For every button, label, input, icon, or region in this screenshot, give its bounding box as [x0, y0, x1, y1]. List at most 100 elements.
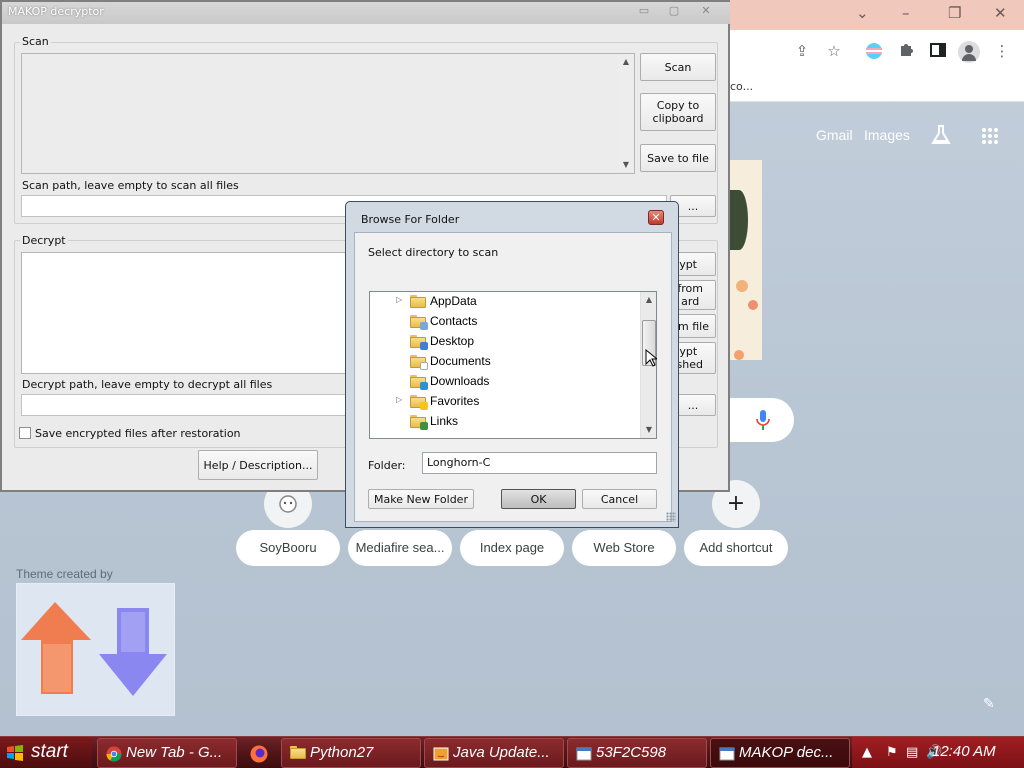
images-link[interactable]: Images	[864, 127, 910, 143]
makop-maximize-icon[interactable]: ▢	[664, 3, 684, 19]
links-folder-icon	[410, 415, 428, 430]
folder-icon	[290, 746, 306, 762]
scan-button[interactable]: Scan	[640, 53, 716, 81]
firefox-icon[interactable]	[250, 745, 268, 763]
scan-path-label: Scan path, leave empty to scan all files	[22, 179, 239, 192]
tree-item-label: Documents	[430, 354, 491, 368]
google-apps-icon[interactable]	[981, 127, 999, 145]
minimize-icon[interactable]: –	[902, 4, 910, 22]
network-icon[interactable]: ▤	[906, 745, 918, 760]
save-to-file-button[interactable]: Save to file	[640, 144, 716, 172]
theme-thumbnail[interactable]	[16, 583, 175, 716]
scan-group-label: Scan	[20, 35, 51, 48]
documents-folder-icon	[410, 355, 428, 370]
makop-close-icon[interactable]: ✕	[696, 3, 716, 19]
expand-arrow-icon[interactable]: ▷	[396, 395, 402, 404]
restore-icon[interactable]: ❐	[948, 4, 961, 22]
profile-avatar[interactable]	[958, 41, 980, 63]
gmail-link[interactable]: Gmail	[816, 127, 853, 143]
extension-flag-icon[interactable]	[865, 42, 883, 60]
taskbar-item-53f2c598[interactable]: 53F2C598	[567, 738, 707, 768]
taskbar-item-label: Java Update...	[453, 744, 550, 761]
taskbar-item-makop[interactable]: MAKOP dec...	[710, 738, 850, 768]
start-button[interactable]: start	[0, 737, 92, 768]
customize-pencil-icon[interactable]: ✎	[983, 696, 999, 712]
taskbar-item-java-update[interactable]: Java Update...	[424, 738, 564, 768]
shortcut-soybooru[interactable]: SoyBooru	[236, 530, 340, 566]
scroll-down-arrow-icon[interactable]: ▼	[618, 157, 634, 173]
shortcut-add[interactable]: Add shortcut	[684, 530, 788, 566]
folder-icon	[410, 295, 426, 308]
bookmark-star-icon[interactable]: ☆	[825, 42, 843, 60]
voice-search-mic-icon[interactable]	[756, 410, 770, 430]
tree-item-label: Favorites	[430, 394, 480, 408]
taskbar-item-new-tab[interactable]: New Tab - G...	[97, 738, 237, 768]
shortcut-index-page[interactable]: Index page	[460, 530, 564, 566]
folder-name-input[interactable]: Longhorn-C	[422, 452, 657, 474]
tree-item-label: AppData	[430, 294, 477, 308]
chrome-icon	[106, 746, 122, 762]
extensions-puzzle-icon[interactable]	[897, 42, 915, 60]
scroll-up-arrow-icon[interactable]: ▲	[618, 54, 634, 70]
ok-button[interactable]: OK	[501, 489, 576, 509]
make-new-folder-button[interactable]: Make New Folder	[368, 489, 474, 509]
save-encrypted-checkbox[interactable]	[19, 427, 31, 439]
dialog-title: Browse For Folder	[361, 213, 460, 226]
tree-item-label: Links	[430, 414, 459, 428]
taskbar-item-label: 53F2C598	[596, 744, 667, 761]
help-description-button[interactable]: Help / Description...	[198, 450, 318, 480]
scan-results-scrollbar[interactable]: ▲ ▼	[618, 54, 634, 173]
downloads-folder-icon	[410, 375, 428, 390]
doodle-image[interactable]	[730, 160, 762, 360]
taskbar-item-label: Python27	[310, 744, 374, 761]
dialog-client-area: Select directory to scan ▷ AppData Conta…	[354, 232, 672, 522]
shortcut-web-store[interactable]: Web Store	[572, 530, 676, 566]
decrypt-group-label: Decrypt	[20, 234, 68, 247]
tree-item[interactable]: Documents	[370, 352, 640, 372]
theme-credit-label: Theme created by	[16, 567, 113, 581]
more-menu-icon[interactable]: ⋮	[993, 42, 1011, 60]
tab-search-chevron-icon[interactable]: ⌄	[856, 4, 869, 22]
tree-item[interactable]: Downloads	[370, 372, 640, 392]
cancel-button[interactable]: Cancel	[582, 489, 657, 509]
taskbar-item-python27[interactable]: Python27	[281, 738, 421, 768]
expand-arrow-icon[interactable]: ▷	[396, 295, 402, 304]
tree-item[interactable]: Links	[370, 412, 640, 432]
copy-to-clipboard-button[interactable]: Copy to clipboard	[640, 93, 716, 131]
side-panel-icon[interactable]	[929, 42, 947, 60]
folder-tree[interactable]: ▷ AppData Contacts Desktop Documents Dow…	[369, 291, 657, 439]
scroll-down-arrow-icon[interactable]: ▼	[641, 422, 656, 438]
windows-flag-icon	[7, 745, 23, 761]
tree-item[interactable]: Desktop	[370, 332, 640, 352]
favorites-folder-icon	[410, 395, 428, 410]
tree-item[interactable]: ▷ AppData	[370, 292, 640, 312]
taskbar: start New Tab - G... Python27 Java Updat…	[0, 736, 1024, 768]
action-center-flag-icon[interactable]: ⚑	[886, 745, 898, 760]
dialog-close-icon[interactable]: ✕	[648, 210, 664, 225]
show-hidden-icons-icon[interactable]: ▲	[862, 745, 872, 760]
browse-for-folder-dialog: Browse For Folder ✕ Select directory to …	[345, 201, 679, 528]
decrypt-path-label: Decrypt path, leave empty to decrypt all…	[22, 378, 273, 391]
resize-grip-icon[interactable]	[666, 512, 676, 522]
dialog-prompt: Select directory to scan	[368, 246, 499, 259]
tree-item-label: Desktop	[430, 334, 475, 348]
share-icon[interactable]: ⇪	[793, 42, 811, 60]
makop-minimize-icon[interactable]: ▭	[634, 3, 654, 19]
taskbar-item-label: New Tab - G...	[126, 744, 223, 761]
chrome-titlebar: ⌄ – ❐ ✕	[730, 0, 1024, 30]
close-icon[interactable]: ✕	[994, 4, 1007, 22]
taskbar-item-label: MAKOP dec...	[739, 744, 834, 761]
scroll-up-arrow-icon[interactable]: ▲	[641, 292, 656, 308]
folder-label: Folder:	[368, 459, 406, 472]
clock[interactable]: 12:40 AM	[932, 743, 996, 760]
tree-item[interactable]: Contacts	[370, 312, 640, 332]
shortcut-mediafire[interactable]: Mediafire sea...	[348, 530, 452, 566]
makop-titlebar[interactable]: MAKOP decryptor ▭ ▢ ✕	[2, 2, 730, 24]
tree-item[interactable]: ▷ Favorites	[370, 392, 640, 412]
labs-flask-icon[interactable]	[930, 124, 952, 146]
save-encrypted-label[interactable]: Save encrypted files after restoration	[35, 427, 241, 440]
contacts-folder-icon	[410, 315, 428, 330]
bookmark-fragment[interactable]: co...	[730, 80, 753, 93]
window-icon	[576, 747, 592, 761]
scan-results-textarea[interactable]: ▲ ▼	[21, 53, 635, 174]
